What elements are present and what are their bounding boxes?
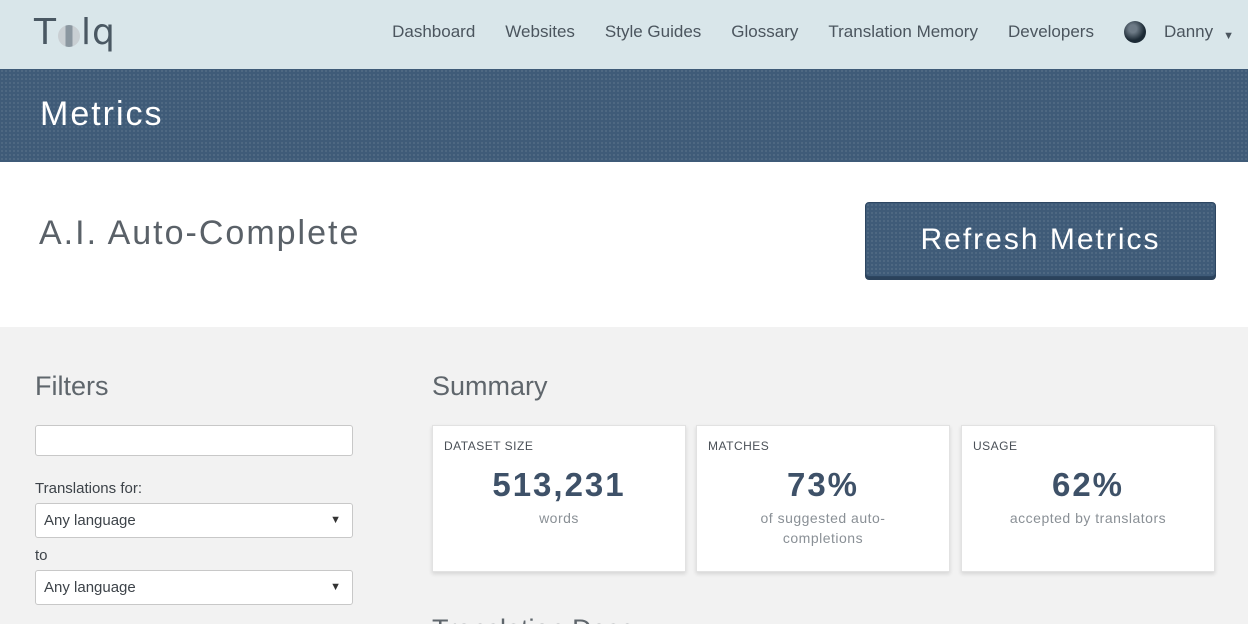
translation-section-heading: Translation Desc... xyxy=(432,614,656,624)
target-language-select[interactable]: Any language ▼ xyxy=(35,570,353,605)
tolq-logo[interactable]: Tlq xyxy=(34,10,116,54)
card-description: of suggested auto-completions xyxy=(760,510,886,546)
dataset-size-card: DATASET SIZE 513,231 words xyxy=(432,425,686,572)
nav-links: Dashboard Websites Style Guides Glossary… xyxy=(362,0,1234,64)
source-language-select[interactable]: Any language ▼ xyxy=(35,503,353,538)
translations-for-label: Translations for: xyxy=(35,480,142,497)
nav-developers[interactable]: Developers xyxy=(1008,22,1094,42)
matches-card: MATCHES 73% of suggested auto-completion… xyxy=(696,425,950,572)
nav-style-guides[interactable]: Style Guides xyxy=(605,22,701,42)
nav-glossary[interactable]: Glossary xyxy=(731,22,798,42)
card-label: MATCHES xyxy=(708,439,770,453)
section-title: A.I. Auto-Complete xyxy=(39,214,361,252)
card-label: USAGE xyxy=(973,439,1018,453)
page-header-band: Metrics xyxy=(0,69,1248,162)
nav-websites[interactable]: Websites xyxy=(505,22,575,42)
card-label: DATASET SIZE xyxy=(444,439,534,453)
card-value: 513,231 xyxy=(492,466,626,503)
nav-dashboard[interactable]: Dashboard xyxy=(392,22,475,42)
top-navigation: Tlq Dashboard Websites Style Guides Glos… xyxy=(0,0,1248,69)
refresh-metrics-button[interactable]: Refresh Metrics xyxy=(865,202,1216,277)
user-name: Danny xyxy=(1163,22,1214,41)
card-description: accepted by translators xyxy=(1009,510,1167,526)
summary-heading: Summary xyxy=(432,371,548,401)
user-menu[interactable]: Danny ▼ xyxy=(1123,21,1234,43)
logo-o-icon xyxy=(58,25,80,47)
page-title: Metrics xyxy=(40,95,164,133)
target-language-value: Any language xyxy=(44,579,136,596)
usage-card: USAGE 62% accepted by translators xyxy=(961,425,1215,572)
filters-heading: Filters xyxy=(35,371,109,401)
avatar-icon xyxy=(1123,21,1146,43)
card-value: 62% xyxy=(1051,466,1125,503)
filter-search-input[interactable] xyxy=(35,425,353,456)
card-value: 73% xyxy=(786,466,860,503)
metrics-content: Filters Translations for: Any language ▼… xyxy=(0,327,1248,624)
dropdown-arrow-icon: ▼ xyxy=(330,514,341,526)
caret-down-icon: ▼ xyxy=(1223,30,1234,42)
to-label: to xyxy=(35,547,48,564)
nav-translation-memory[interactable]: Translation Memory xyxy=(828,22,978,42)
card-description: words xyxy=(539,510,579,526)
dropdown-arrow-icon: ▼ xyxy=(330,581,341,593)
source-language-value: Any language xyxy=(44,512,136,529)
